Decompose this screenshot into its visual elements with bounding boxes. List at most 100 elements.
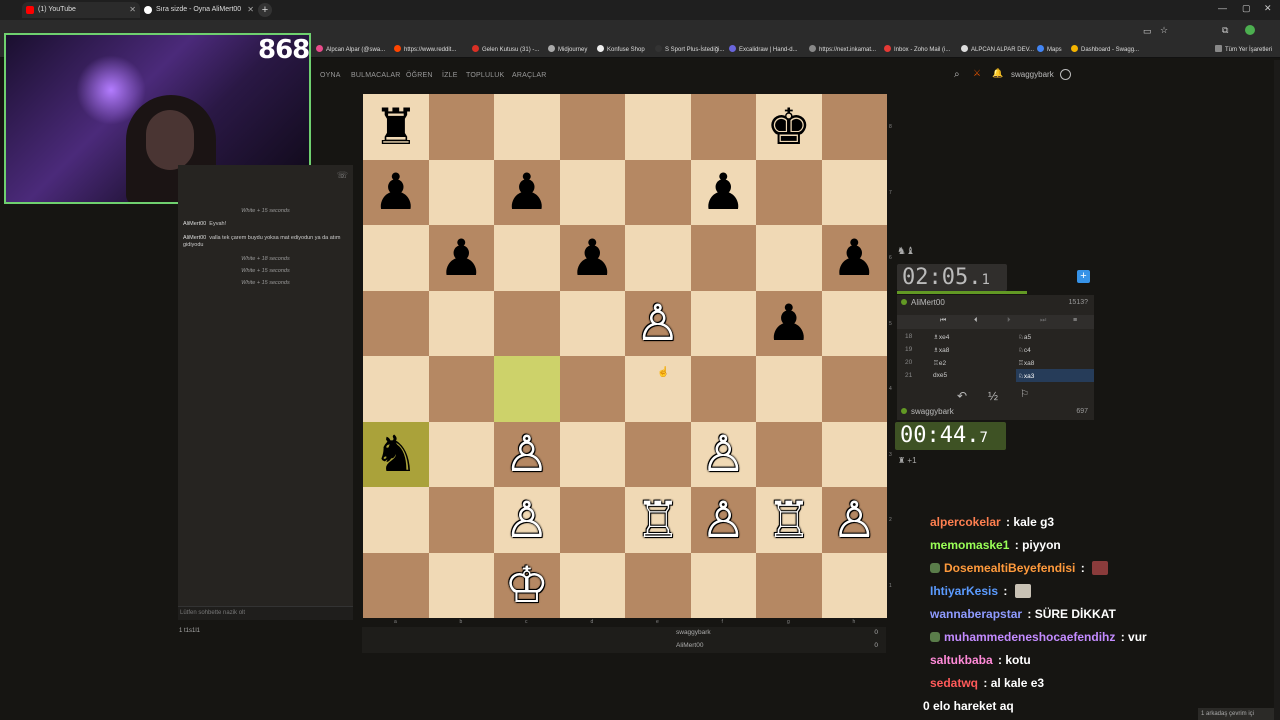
white-pawn-e5[interactable]: ♙ <box>625 291 691 357</box>
maximize-icon[interactable]: ▢ <box>1242 3 1251 14</box>
square-a4[interactable] <box>363 356 429 422</box>
bookmark[interactable]: Maps <box>1037 45 1062 53</box>
tab-youtube[interactable]: (1) YouTube ✕ <box>22 2 140 18</box>
white-rook-e2[interactable]: ♖ <box>625 487 691 553</box>
all-bookmarks[interactable]: Tüm Yer İşaretleri <box>1215 45 1272 53</box>
nav-puzzles[interactable]: BULMACALAR <box>351 72 400 79</box>
bookmark[interactable]: https://www.reddit... <box>394 45 456 53</box>
close-icon[interactable]: ✕ <box>129 2 136 18</box>
bookmark[interactable]: https://next.inkamat... <box>809 45 876 53</box>
nav-tools[interactable]: ARAÇLAR <box>512 72 546 79</box>
white-king-c1[interactable]: ♔ <box>494 553 560 619</box>
square-g7[interactable] <box>756 159 822 225</box>
square-c8[interactable] <box>494 94 560 160</box>
square-d5[interactable] <box>559 290 625 356</box>
prev-move-icon[interactable]: ⏴ <box>974 317 978 325</box>
chess-board[interactable]: ♜ ♚ ♟ ♟ ♟ ♟ ♟ ♟ ♙ ♟ ♞ ♙ ♙ ♙ ♖ ♙ ♖ ♙ ♔ <box>363 94 887 618</box>
square-e4[interactable] <box>625 356 691 422</box>
square-f4[interactable] <box>690 356 756 422</box>
friends-online-button[interactable]: 1 arkadaş çevrim içi <box>1198 708 1280 720</box>
opponent-name[interactable]: AliMert00 <box>901 298 945 307</box>
user-avatar-icon[interactable] <box>1060 69 1071 80</box>
chat-input[interactable]: Lütfen sohbette nazik olt <box>178 606 353 620</box>
bookmark[interactable]: S Sport Plus-İstediği... <box>655 45 724 53</box>
square-b1[interactable] <box>428 552 494 618</box>
nav-community[interactable]: TOPLULUK <box>466 72 504 79</box>
square-f8[interactable] <box>690 94 756 160</box>
square-d7[interactable] <box>559 159 625 225</box>
close-window-icon[interactable]: ✕ <box>1264 3 1272 14</box>
square-f1[interactable] <box>690 552 756 618</box>
phone-icon[interactable]: ☏ <box>337 170 348 181</box>
white-pawn-h2[interactable]: ♙ <box>822 487 888 553</box>
user-menu[interactable]: swaggybark <box>1011 70 1054 79</box>
white-pawn-f3[interactable]: ♙ <box>691 422 757 488</box>
square-h3[interactable] <box>821 421 887 487</box>
white-move[interactable]: ♗xe4 <box>933 333 949 341</box>
square-d3[interactable] <box>559 421 625 487</box>
square-g4[interactable] <box>756 356 822 422</box>
search-icon[interactable]: ⌕ <box>954 69 960 80</box>
square-a1[interactable] <box>363 552 429 618</box>
square-e3[interactable] <box>625 421 691 487</box>
bookmark[interactable]: ALPCAN ALPAR DEV... <box>961 45 1034 53</box>
cast-icon[interactable]: ▭ <box>1143 26 1152 37</box>
square-d2[interactable] <box>559 487 625 553</box>
white-move[interactable]: ♗xa8 <box>933 346 949 354</box>
square-h7[interactable] <box>821 159 887 225</box>
white-pawn-c2[interactable]: ♙ <box>494 487 560 553</box>
square-g6[interactable] <box>756 225 822 291</box>
square-e8[interactable] <box>625 94 691 160</box>
square-a2[interactable] <box>363 487 429 553</box>
square-e6[interactable] <box>625 225 691 291</box>
bookmark[interactable]: Dashboard - Swagg... <box>1071 45 1139 53</box>
square-f5[interactable] <box>690 290 756 356</box>
nav-learn[interactable]: ÖĞREN <box>406 72 433 79</box>
black-move[interactable]: ♘xa3 <box>1016 369 1094 382</box>
white-rook-g2[interactable]: ♖ <box>756 487 822 553</box>
square-a6[interactable] <box>363 225 429 291</box>
next-move-icon[interactable]: ⏵ <box>1007 317 1011 325</box>
black-move[interactable]: ♘c4 <box>1016 343 1094 356</box>
square-f6[interactable] <box>690 225 756 291</box>
white-move[interactable]: dxe5 <box>933 372 947 379</box>
first-move-icon[interactable]: ⏮ <box>940 317 946 325</box>
takeback-icon[interactable]: ↶ <box>957 389 967 403</box>
player-name[interactable]: swaggybark <box>901 407 954 416</box>
bookmark[interactable]: Alpcan Alpar (@swa... <box>316 45 385 53</box>
white-move[interactable]: ♖e2 <box>933 359 946 367</box>
extensions-icon[interactable]: ⧉ <box>1222 25 1228 36</box>
square-e7[interactable] <box>625 159 691 225</box>
square-e1[interactable] <box>625 552 691 618</box>
page-scrollbar[interactable] <box>1274 60 1280 720</box>
square-b3[interactable] <box>428 421 494 487</box>
star-icon[interactable]: ☆ <box>1160 25 1168 36</box>
black-move[interactable]: ♘a5 <box>1016 330 1094 343</box>
resign-flag-icon[interactable]: ⚐ <box>1020 389 1029 400</box>
square-h8[interactable] <box>821 94 887 160</box>
close-icon[interactable]: ✕ <box>247 2 254 18</box>
square-g3[interactable] <box>756 421 822 487</box>
square-c4[interactable] <box>494 356 560 422</box>
white-pawn-c3[interactable]: ♙ <box>494 422 560 488</box>
bookmark[interactable]: Konfuse Shop <box>597 45 645 53</box>
bookmark[interactable]: Excalidraw | Hand-d... <box>729 45 798 53</box>
square-h4[interactable] <box>821 356 887 422</box>
square-d1[interactable] <box>559 552 625 618</box>
last-move-icon[interactable]: ⏭ <box>1040 317 1046 325</box>
square-g1[interactable] <box>756 552 822 618</box>
square-a5[interactable] <box>363 290 429 356</box>
square-b4[interactable] <box>428 356 494 422</box>
nav-watch[interactable]: İZLE <box>442 72 458 79</box>
square-h1[interactable] <box>821 552 887 618</box>
profile-icon[interactable] <box>1245 25 1255 35</box>
offer-draw-icon[interactable]: ½ <box>988 389 998 403</box>
square-d8[interactable] <box>559 94 625 160</box>
minimize-icon[interactable]: — <box>1218 3 1227 13</box>
white-pawn-f2[interactable]: ♙ <box>691 487 757 553</box>
square-c5[interactable] <box>494 290 560 356</box>
menu-icon[interactable]: ≡ <box>1073 317 1077 324</box>
bookmark[interactable]: Inbox - Zoho Mail (i... <box>884 45 950 53</box>
square-h5[interactable] <box>821 290 887 356</box>
bookmark[interactable]: Gelen Kutusu (31) -... <box>472 45 539 53</box>
